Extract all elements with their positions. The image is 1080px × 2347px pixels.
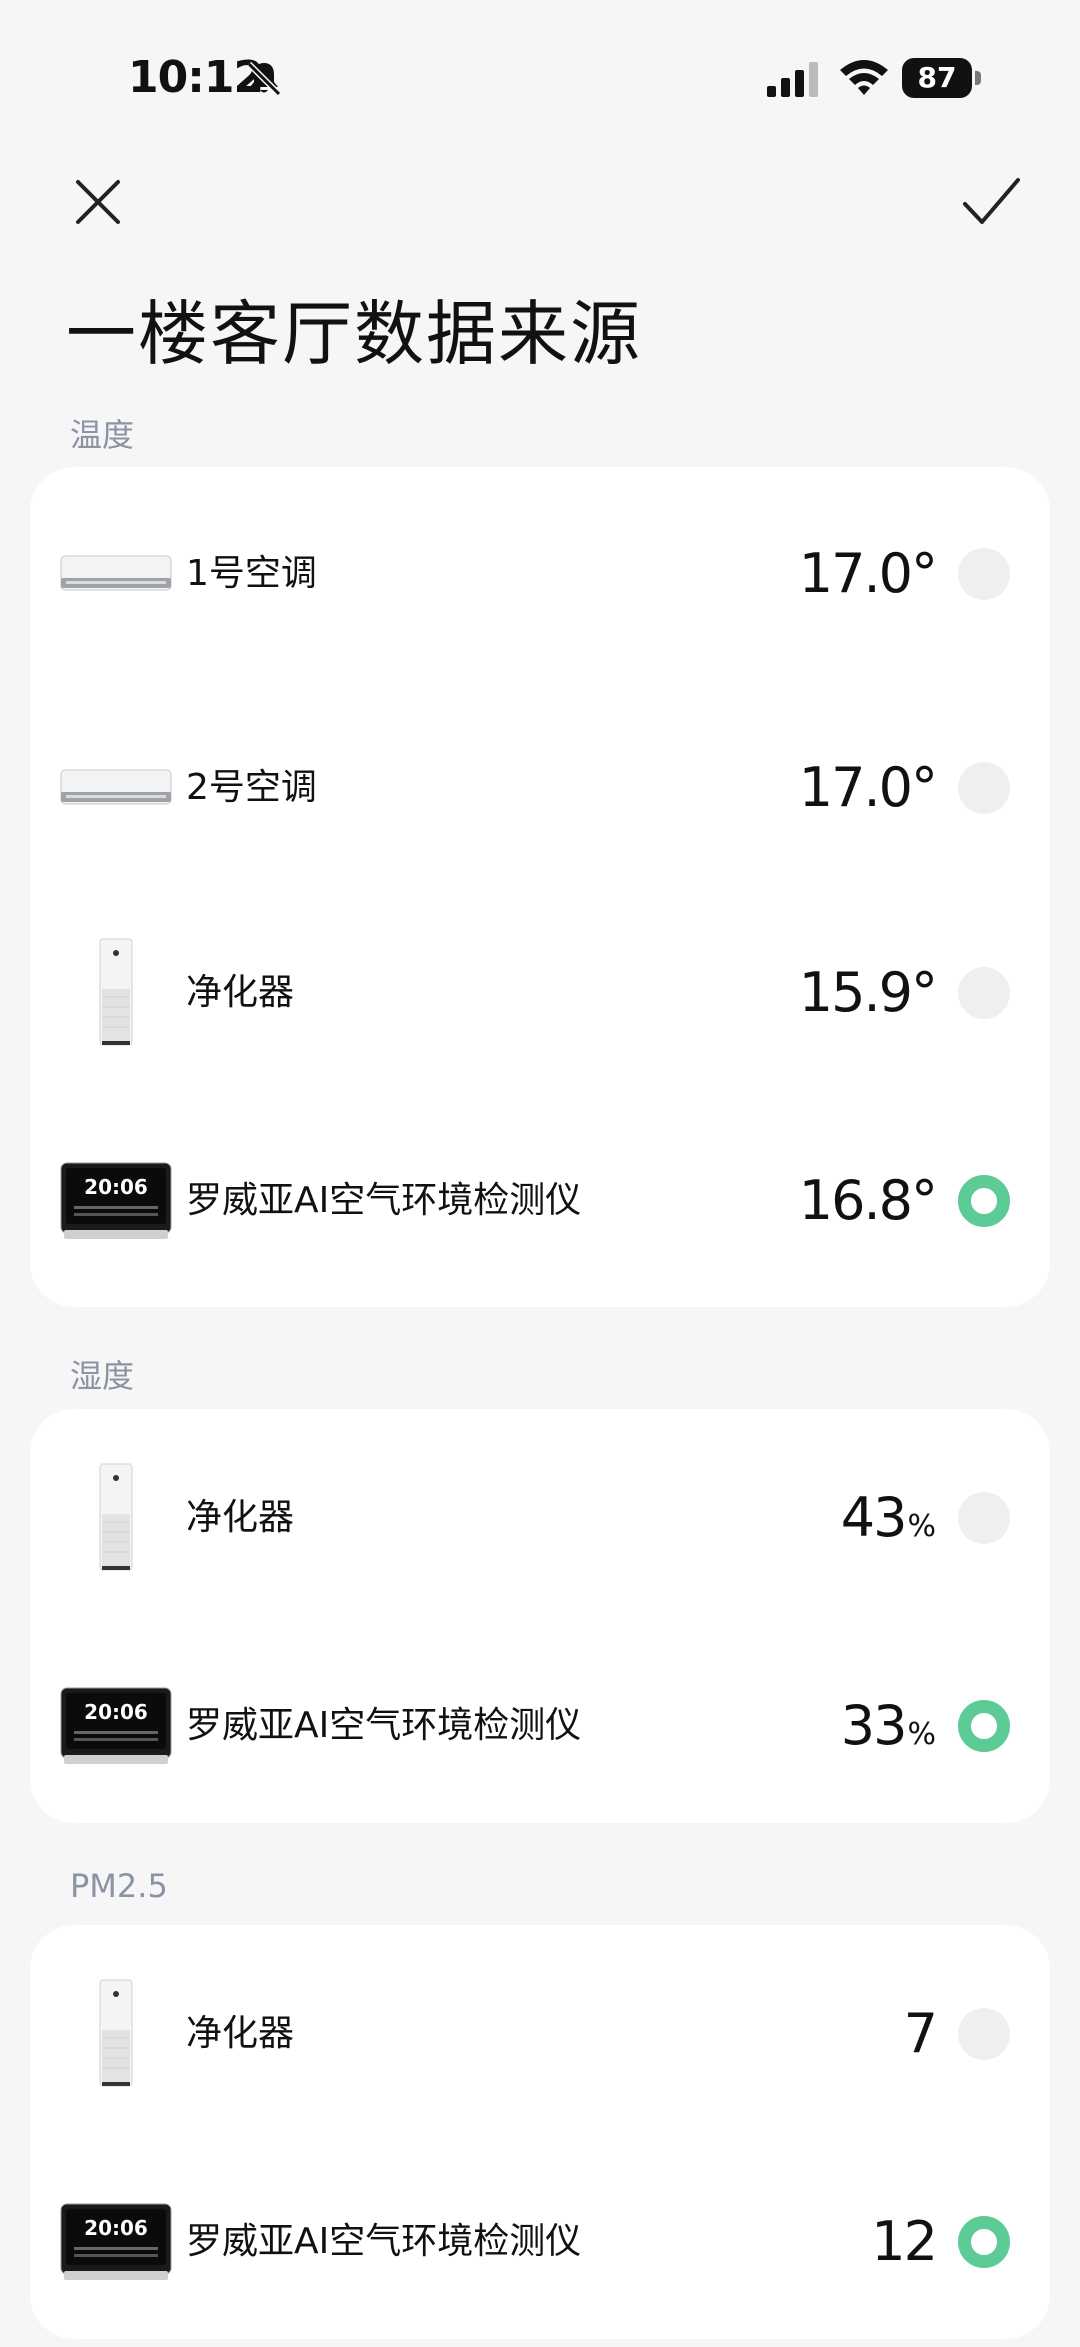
device-name: 净化器 (186, 2013, 295, 2054)
device-name: 罗威亚AI空气环境检测仪 (186, 1180, 582, 1221)
check-icon[interactable] (960, 174, 1022, 230)
radio-button-selected[interactable] (958, 1175, 1010, 1227)
section-label-temperature: 温度 (70, 416, 135, 454)
air-conditioner-icon (60, 769, 172, 805)
list-item[interactable]: 20:06 罗威亚AI空气环境检测仪 12 (30, 2182, 1050, 2302)
radio-button[interactable] (958, 1492, 1010, 1544)
device-name: 净化器 (186, 1497, 295, 1538)
device-value: 16.8° (798, 1169, 938, 1232)
device-name: 2号空调 (186, 767, 317, 808)
humidity-card: 净化器 43% 20:06 罗威亚AI空气环境检测仪 33% (30, 1409, 1050, 1823)
device-value: 12 (871, 2210, 938, 2273)
device-name: 净化器 (186, 972, 295, 1013)
list-item[interactable]: 净化器 15.9° (30, 933, 1050, 1053)
monitor-time: 20:06 (84, 1175, 148, 1199)
temperature-card: 1号空调 17.0° 2号空调 17.0° 净化器 15.9° 20:06 罗威… (30, 467, 1050, 1307)
battery-icon: 87 (902, 58, 984, 100)
device-name: 1号空调 (186, 553, 317, 594)
section-label-humidity: 湿度 (70, 1357, 135, 1395)
battery-level: 87 (902, 58, 972, 98)
cellular-signal-icon (767, 62, 818, 97)
list-item[interactable]: 20:06 罗威亚AI空气环境检测仪 33% (30, 1666, 1050, 1786)
list-item[interactable]: 20:06 罗威亚AI空气环境检测仪 16.8° (30, 1141, 1050, 1261)
list-item[interactable]: 2号空调 17.0° (30, 728, 1050, 848)
list-item[interactable]: 1号空调 17.0° (30, 514, 1050, 634)
device-value: 17.0° (798, 756, 938, 819)
air-purifier-icon (99, 938, 133, 1046)
monitor-time: 20:06 (84, 1700, 148, 1724)
device-value: 43% (840, 1486, 936, 1549)
section-label-pm25: PM2.5 (70, 1867, 168, 1905)
device-name: 罗威亚AI空气环境检测仪 (186, 2221, 582, 2262)
air-monitor-icon: 20:06 (60, 1162, 172, 1239)
air-monitor-icon: 20:06 (60, 2203, 172, 2280)
device-value: 17.0° (798, 542, 938, 605)
radio-button-selected[interactable] (958, 2216, 1010, 2268)
page-title: 一楼客厅数据来源 (66, 293, 642, 375)
air-purifier-icon (99, 1463, 133, 1571)
radio-button[interactable] (958, 762, 1010, 814)
device-value: 7 (903, 2002, 938, 2065)
radio-button[interactable] (958, 967, 1010, 1019)
air-purifier-icon (99, 1979, 133, 2087)
monitor-time: 20:06 (84, 2216, 148, 2240)
pm25-card: 净化器 7 20:06 罗威亚AI空气环境检测仪 12 (30, 1925, 1050, 2339)
radio-button[interactable] (958, 2008, 1010, 2060)
status-bar: 10:12 87 (0, 0, 1080, 150)
air-conditioner-icon (60, 555, 172, 591)
status-time: 10:12 (128, 52, 264, 103)
list-item[interactable]: 净化器 43% (30, 1458, 1050, 1578)
radio-button[interactable] (958, 548, 1010, 600)
air-monitor-icon: 20:06 (60, 1687, 172, 1764)
close-icon[interactable] (72, 176, 124, 228)
list-item[interactable]: 净化器 7 (30, 1974, 1050, 2094)
device-value: 33% (840, 1694, 936, 1757)
device-value: 15.9° (798, 961, 938, 1024)
wifi-icon (840, 60, 888, 95)
bell-muted-icon (246, 61, 282, 97)
radio-button-selected[interactable] (958, 1700, 1010, 1752)
device-name: 罗威亚AI空气环境检测仪 (186, 1705, 582, 1746)
